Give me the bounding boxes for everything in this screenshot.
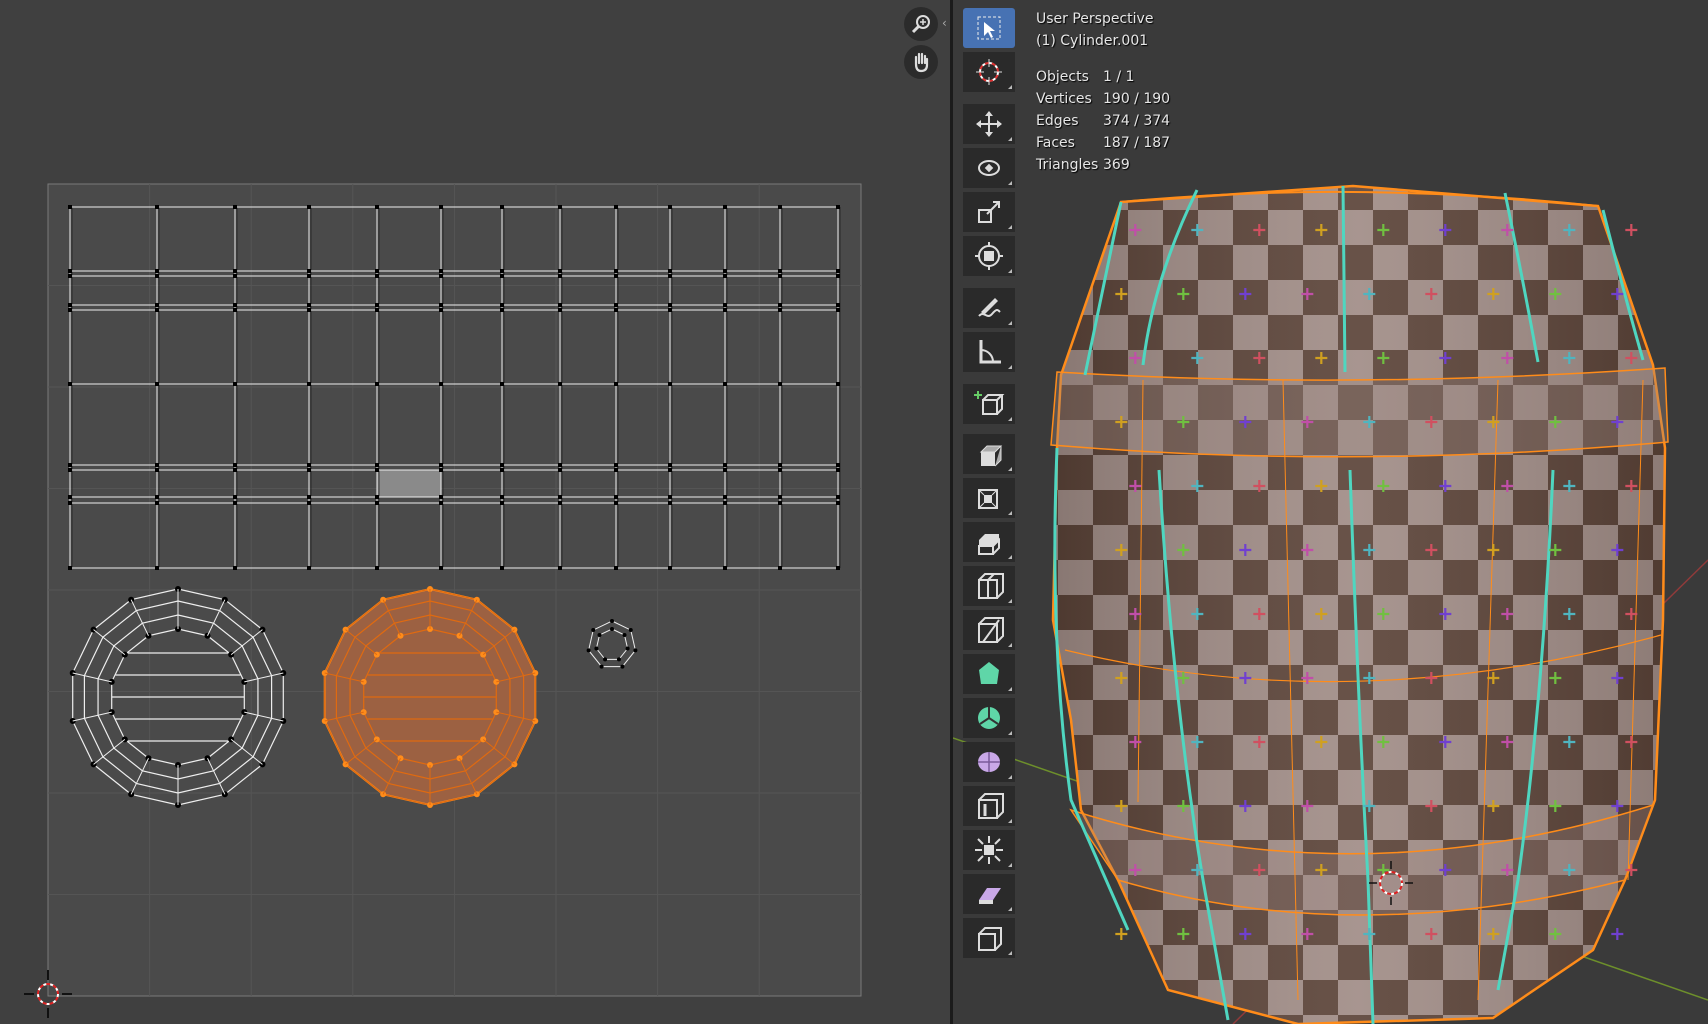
uv-editor[interactable]: ‹ [0,0,950,1024]
tool-measure[interactable] [963,332,1015,372]
zoom-button[interactable] [904,7,938,41]
shrink-fatten-icon [975,836,1003,864]
move-icon [976,111,1002,137]
bevel-icon [978,534,1000,555]
stat-label: Edges [1036,113,1079,129]
stat-label: Faces [1036,135,1075,151]
rip-region-icon [978,927,1002,951]
barrel-hoop-top [1050,367,1669,458]
stat-value: 190 / 190 [1103,91,1171,107]
hand-pan-icon [914,52,929,73]
loop-cut-icon [978,573,1004,599]
tool-shelf [963,4,1017,958]
tool-scale[interactable] [963,192,1015,232]
tool-inset[interactable] [963,478,1015,518]
tool-rip-region[interactable] [963,918,1015,958]
tool-poly-build[interactable] [963,654,1015,694]
stat-value: 187 / 187 [1103,135,1171,151]
viewport-overlay-stats: User Perspective (1) Cylinder.001 Object… [1036,8,1170,176]
edge-slide-icon [978,793,1004,819]
spin-icon [978,707,1000,729]
tool-annotate[interactable] [963,288,1015,328]
zoom-icon [911,15,930,34]
tool-shrink-fatten[interactable] [963,830,1015,870]
inset-icon [978,489,998,509]
tool-spin[interactable] [963,698,1015,738]
stat-row-triangles: Triangles 369 [1036,154,1170,176]
add-cube-icon [974,391,1005,415]
stat-label: Objects [1036,69,1089,85]
pan-button[interactable] [904,45,938,79]
stat-value: 374 / 374 [1103,113,1171,129]
barrel-mesh [1050,184,1669,1024]
stat-value: 369 [1103,157,1130,173]
tool-knife[interactable] [963,610,1015,650]
stat-row-vertices: Vertices 190 / 190 [1036,88,1170,110]
poly-build-icon [979,662,999,684]
tool-smooth[interactable] [963,742,1015,782]
tool-move[interactable] [963,104,1015,144]
tool-shear[interactable] [963,874,1015,914]
tool-cursor[interactable] [963,52,1015,92]
active-object-name: (1) Cylinder.001 [1036,33,1149,49]
scale-icon [978,201,1000,223]
tool-edge-slide[interactable] [963,786,1015,826]
3d-viewport[interactable]: User Perspective (1) Cylinder.001 Object… [953,0,1708,1024]
collapse-chevron-icon[interactable]: ‹ [942,16,947,30]
annotate-icon [978,298,1001,317]
view-name: User Perspective [1036,11,1154,27]
cursor-icon [976,59,1002,85]
stat-row-edges: Edges 374 / 374 [1036,110,1170,132]
tool-extrude[interactable] [963,434,1015,474]
tool-loop-cut[interactable] [963,566,1015,606]
tool-transform[interactable] [963,236,1015,276]
stat-row-faces: Faces 187 / 187 [1036,132,1170,154]
knife-icon [978,617,1004,643]
stat-label: Triangles [1036,157,1099,173]
stat-value: 1 / 1 [1103,69,1135,85]
transform-icon [975,242,1003,270]
shear-icon [979,888,1001,904]
stat-label: Vertices [1036,91,1092,107]
tool-select-box[interactable] [963,8,1015,48]
tool-bevel[interactable] [963,522,1015,562]
tool-add-cube[interactable] [963,384,1015,424]
extrude-icon [979,445,1003,467]
uv-face-highlight [377,470,441,497]
measure-icon [979,340,1001,364]
tool-rotate[interactable] [963,148,1015,188]
stat-row-objects: Objects 1 / 1 [1036,66,1170,88]
rotate-icon [978,160,1000,176]
select-box-icon [977,16,1001,40]
smooth-icon [978,752,1000,772]
uv-canvas[interactable] [0,0,950,1024]
